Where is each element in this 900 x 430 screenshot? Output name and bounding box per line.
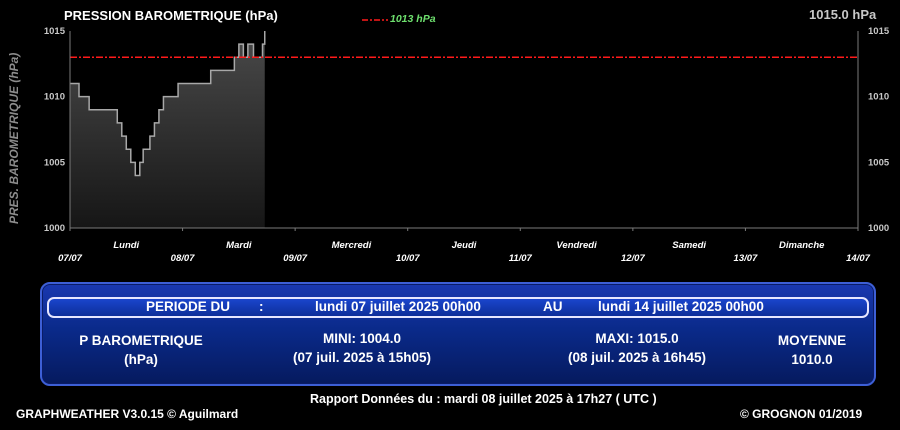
maxi-date: (08 juil. 2025 à 16h45) [567, 350, 707, 365]
x-day-label: Dimanche [779, 240, 825, 251]
x-date-label: 08/07 [171, 253, 195, 264]
y-tick-label-left: 1005 [44, 157, 66, 168]
x-date-label: 11/07 [509, 253, 533, 264]
summary-panel: PERIODE DU : lundi 07 juillet 2025 00h00… [40, 282, 876, 386]
legend-line-icon [362, 19, 388, 21]
footer-report-date: Rapport Données du : mardi 08 juillet 20… [310, 392, 657, 406]
x-day-label: Mercredi [332, 240, 372, 251]
pressure-chart: 1015 1015 1010 1010 1005 1005 1000 1000 07/07 08/… [44, 26, 890, 264]
x-day-label: Samedi [672, 240, 706, 251]
y-tick-label-left: 1015 [44, 26, 66, 37]
date-start: lundi 07 juillet 2025 00h00 [315, 299, 481, 314]
periode-colon: : [259, 299, 264, 314]
au-label: AU [543, 299, 563, 314]
param-unit: (hPa) [124, 352, 158, 367]
y-axis-label: PRES. BAROMETRIQUE (hPa) [7, 52, 21, 224]
moyenne-label: MOYENNE [777, 333, 847, 348]
mini-date: (07 juil. 2025 à 15h05) [292, 350, 432, 365]
footer-version: GRAPHWEATHER V3.0.15 © Aguilmard [16, 407, 239, 421]
x-day-label: Jeudi [452, 240, 477, 251]
y-tick-label-right: 1005 [868, 157, 890, 168]
x-date-label: 10/07 [396, 253, 420, 264]
x-day-label: Vendredi [556, 240, 597, 251]
y-tick-label-left: 1010 [44, 92, 65, 103]
x-date-label: 07/07 [58, 253, 82, 264]
y-tick-label-right: 1000 [868, 223, 889, 234]
moyenne-value: 1010.0 [791, 352, 833, 367]
current-value: 1015.0 hPa [809, 7, 877, 22]
param-name: P BAROMETRIQUE [79, 333, 203, 348]
y-tick-label-right: 1015 [868, 26, 890, 37]
y-tick-label-right: 1010 [868, 92, 889, 103]
legend-reference-label: 1013 hPa [390, 13, 436, 25]
chart-title: PRESSION BAROMETRIQUE (hPa) [64, 8, 278, 23]
date-end: lundi 14 juillet 2025 00h00 [598, 299, 764, 314]
periode-label: PERIODE DU [146, 299, 231, 314]
footer-copyright: © GROGNON 01/2019 [740, 407, 863, 421]
x-day-label: Mardi [226, 240, 252, 251]
maxi-value: MAXI: 1015.0 [595, 331, 679, 346]
period-bar: PERIODE DU : lundi 07 juillet 2025 00h00… [47, 297, 869, 318]
x-date-label: 09/07 [283, 253, 307, 264]
x-date-label: 14/07 [846, 253, 870, 264]
x-date-label: 12/07 [621, 253, 645, 264]
mini-value: MINI: 1004.0 [322, 331, 402, 346]
x-day-label: Lundi [113, 240, 139, 251]
y-tick-label-left: 1000 [44, 223, 65, 234]
x-date-label: 13/07 [734, 253, 758, 264]
